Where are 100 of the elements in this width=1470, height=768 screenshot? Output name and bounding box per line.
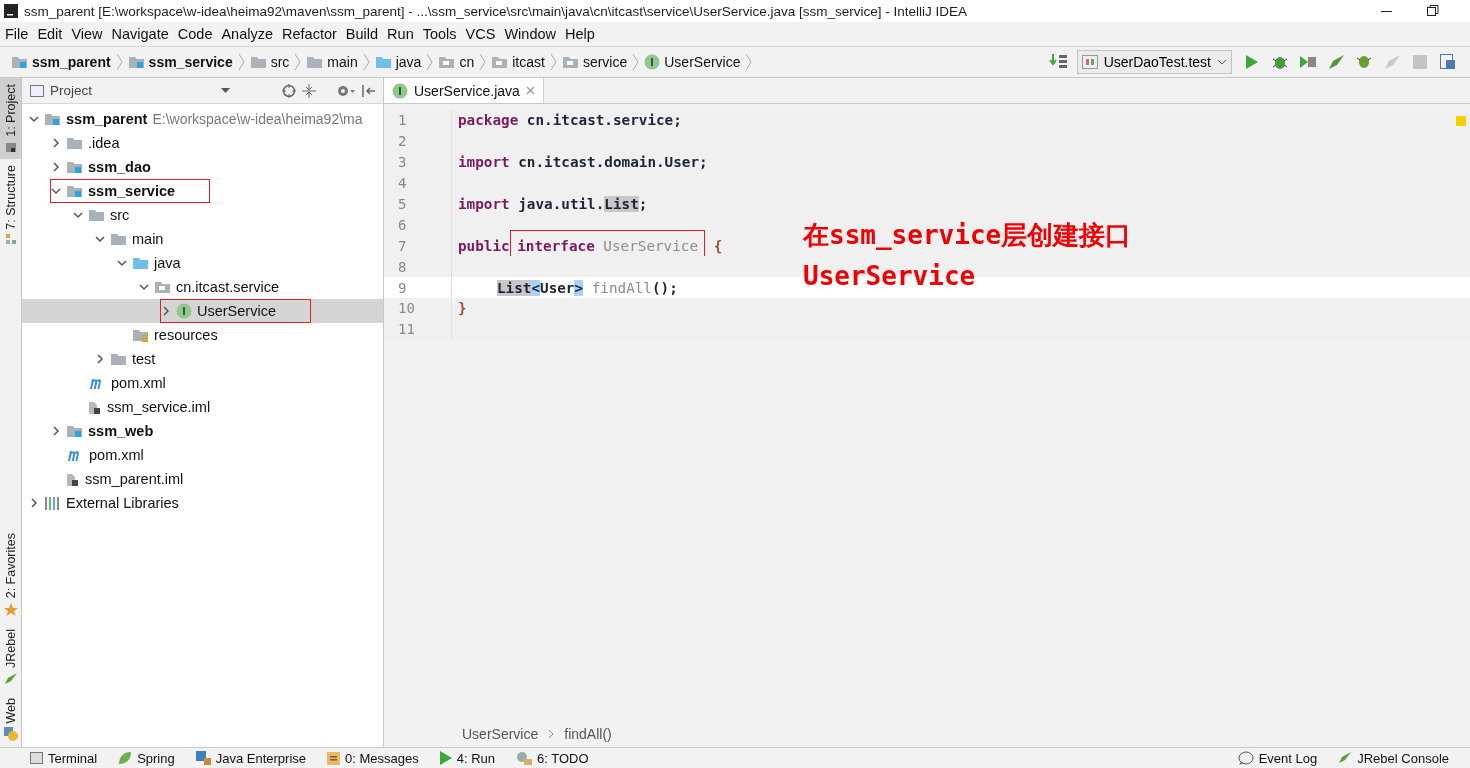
tree-row[interactable]: ssm_parent E:\workspace\w-idea\heima92\ma [22, 107, 383, 131]
tree-row[interactable]: External Libraries [22, 491, 383, 515]
menu-item[interactable]: Refactor [281, 26, 343, 42]
hide-panel-icon[interactable] [362, 83, 376, 98]
menu-item[interactable]: Help [564, 26, 601, 42]
module-folder-icon [11, 55, 28, 69]
tree-item-label[interactable]: resources [154, 327, 218, 343]
tree-row[interactable]: ssm_dao [22, 155, 383, 179]
tool-window-button[interactable]: 6: TODO [516, 750, 600, 766]
tool-window-button[interactable]: 0: Messages [327, 750, 430, 766]
tree-item-label[interactable]: .idea [88, 135, 120, 151]
run-configuration-dropdown[interactable]: UserDaoTest.test [1076, 50, 1232, 74]
tree-item-label[interactable]: pom.xml [111, 375, 166, 391]
tree-item-label[interactable]: ssm_parent [66, 111, 148, 127]
breadcrumb[interactable]: itcast [488, 54, 548, 70]
tree-row[interactable]: ssm_service.iml [22, 395, 383, 419]
tree-item-label[interactable]: ssm_dao [88, 159, 151, 175]
tree-row[interactable]: ssm_parent.iml [22, 467, 383, 491]
tree-item-label[interactable]: External Libraries [66, 495, 179, 511]
tree-row[interactable]: cn.itcast.service [22, 275, 383, 299]
settings-icon[interactable] [336, 83, 356, 98]
menu-item[interactable]: File [4, 26, 35, 42]
chevron-down-icon[interactable] [51, 186, 61, 196]
chevron-right-icon[interactable] [95, 354, 105, 364]
side-tab[interactable]: 2: Favorites [0, 527, 21, 623]
tool-window-button[interactable]: JRebel Console [1338, 750, 1460, 766]
tree-row[interactable]: UserService [22, 299, 383, 323]
tree-item-label[interactable]: ssm_service [88, 183, 176, 199]
collapse-icon[interactable] [302, 83, 316, 98]
chevron-right-icon[interactable] [51, 138, 61, 148]
folder-icon [132, 256, 149, 270]
tree-item-label[interactable]: ssm_service.iml [107, 399, 211, 415]
tree-row[interactable]: pom.xml [22, 371, 383, 395]
crosshair-icon[interactable] [282, 83, 296, 98]
side-tab[interactable]: 1: Project [0, 78, 21, 159]
side-tab[interactable]: JRebel [0, 622, 21, 692]
tree-item-label[interactable]: UserService [197, 303, 276, 319]
breadcrumb[interactable]: java [371, 54, 425, 70]
tool-window-button[interactable]: Spring [118, 750, 186, 766]
menu-item[interactable]: Tools [421, 26, 463, 42]
tree-row[interactable]: ssm_service [22, 179, 383, 203]
breadcrumb[interactable]: ssm_parent [8, 54, 114, 70]
tree-item-label[interactable]: main [132, 231, 164, 247]
tool-window-button[interactable]: Terminal [30, 750, 109, 766]
menu-item[interactable]: Code [176, 26, 219, 42]
folder-icon [306, 55, 324, 69]
breadcrumb[interactable]: main [303, 54, 361, 70]
chevron-down-icon[interactable] [117, 258, 127, 268]
tool-window-button[interactable]: Java Enterprise [195, 750, 318, 766]
close-icon[interactable] [525, 86, 535, 95]
tree-item-label[interactable]: cn.itcast.service [176, 279, 280, 295]
menu-item[interactable]: VCS [464, 26, 502, 42]
rocket-icon [1327, 54, 1345, 70]
tree-item-label[interactable]: pom.xml [89, 447, 144, 463]
tree-row[interactable]: main [22, 227, 383, 251]
play-icon [439, 751, 452, 765]
tree-item-label[interactable]: java [154, 255, 181, 271]
tree-row[interactable]: .idea [22, 131, 383, 155]
editor-tab[interactable]: UserService.java [384, 78, 544, 103]
menu-item[interactable]: Window [503, 26, 562, 42]
chevron-down-icon[interactable] [29, 114, 39, 124]
chevron-down-icon[interactable] [95, 234, 105, 244]
tree-row[interactable]: ssm_web [22, 419, 383, 443]
breadcrumb[interactable]: cn [435, 54, 478, 70]
menu-item[interactable]: Analyze [220, 26, 280, 42]
side-tab[interactable]: 7: Structure [0, 158, 21, 252]
menu-item[interactable]: Navigate [110, 26, 175, 42]
tree-item-label[interactable]: ssm_web [88, 423, 154, 439]
breadcrumb[interactable]: ssm_service [124, 54, 236, 70]
tree-row[interactable]: src [22, 203, 383, 227]
tool-window-button[interactable]: Event Log [1237, 750, 1329, 766]
chevron-right-icon[interactable] [51, 162, 61, 172]
star-icon [3, 602, 18, 617]
tree-row[interactable]: test [22, 347, 383, 371]
menu-item[interactable]: Run [386, 26, 420, 42]
menu-item[interactable]: Edit [36, 26, 69, 42]
breadcrumb[interactable]: UserService [641, 54, 744, 70]
menu-item[interactable]: Build [344, 26, 385, 42]
menu-item[interactable]: View [70, 26, 109, 42]
tree-row[interactable]: resources [22, 323, 383, 347]
tree-row[interactable]: java [22, 251, 383, 275]
tree-item-label[interactable]: ssm_parent.iml [85, 471, 184, 487]
chevron-right-icon[interactable] [29, 498, 39, 508]
folder-icon [374, 55, 392, 69]
interface-icon [644, 54, 661, 70]
side-tab[interactable]: Web [0, 691, 21, 747]
tree-item-label[interactable]: src [110, 207, 130, 223]
chevron-down-icon[interactable] [139, 282, 149, 292]
module-folder-icon [44, 112, 61, 126]
chevron-down-icon[interactable] [73, 210, 83, 220]
tool-window-button[interactable]: 4: Run [439, 750, 507, 766]
tree-row[interactable]: pom.xml [22, 443, 383, 467]
breadcrumb[interactable]: UserService [462, 726, 539, 742]
chevron-right-icon[interactable] [161, 306, 171, 316]
tree-item-label[interactable]: test [132, 351, 156, 367]
analysis-marker-icon [1456, 116, 1466, 126]
breadcrumb[interactable]: findAll() [564, 726, 612, 742]
chevron-right-icon[interactable] [51, 426, 61, 436]
breadcrumb[interactable]: src [246, 54, 293, 70]
breadcrumb[interactable]: service [558, 54, 631, 70]
